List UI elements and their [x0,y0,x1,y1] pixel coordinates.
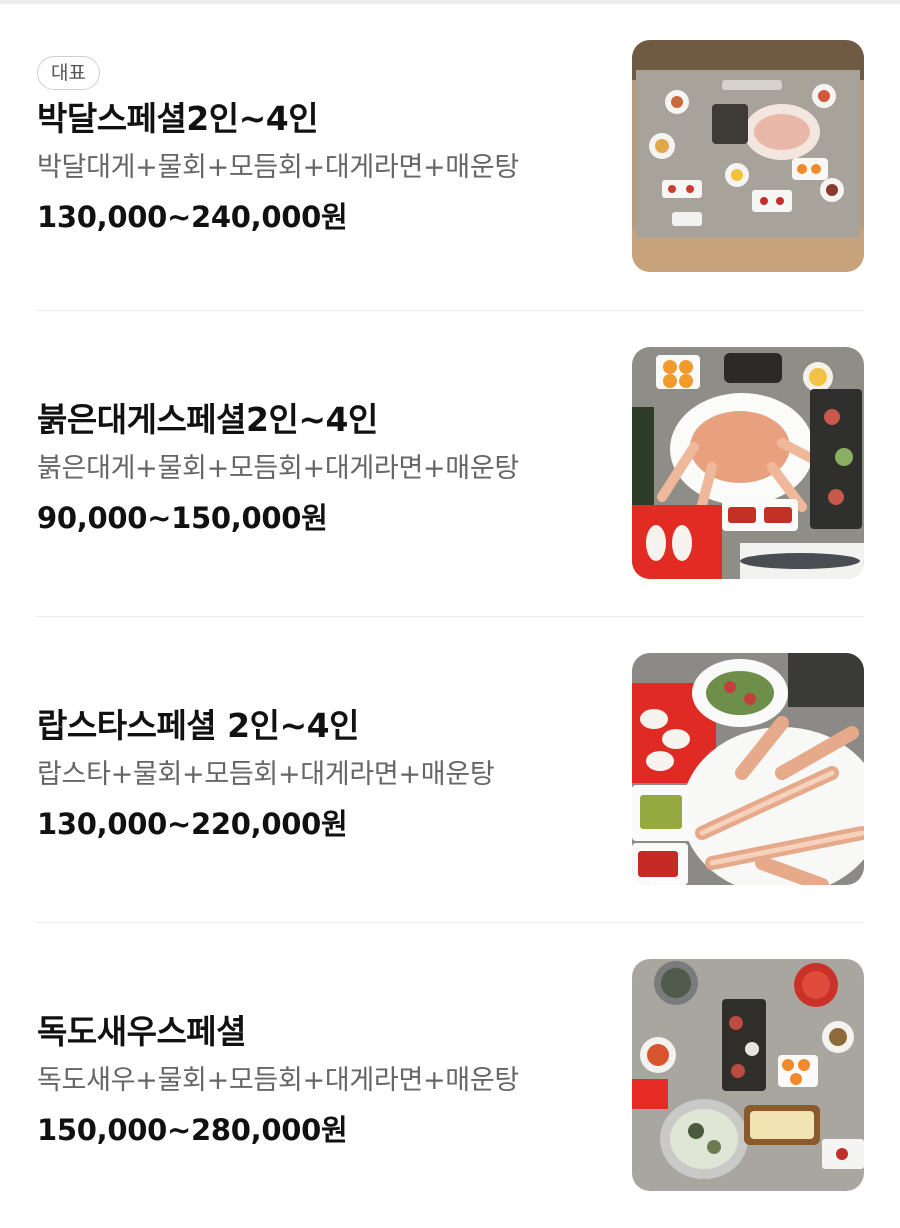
menu-item-text: 독도새우스페셜 독도새우+물회+모듬회+대게라면+매운탕 150,000~280… [37,1012,610,1148]
menu-item-photo[interactable] [632,347,864,579]
menu-item[interactable]: 붉은대게스페셜2인~4인 붉은대게+물회+모듬회+대게라면+매운탕 90,000… [0,310,900,616]
menu-item-price: 90,000~150,000원 [37,501,328,535]
menu-item-description: 독도새우+물회+모듬회+대게라면+매운탕 [37,1065,519,1096]
menu-item-name: 붉은대게스페셜2인~4인 [37,400,378,439]
menu-item-photo[interactable] [632,959,864,1191]
crab-legs-platter-image [632,653,864,885]
menu-item[interactable]: 대표 박달스페셜2인~4인 박달대게+물회+모듬회+대게라면+매운탕 130,0… [0,4,900,310]
menu-item-text: 붉은대게스페셜2인~4인 붉은대게+물회+모듬회+대게라면+매운탕 90,000… [37,400,610,536]
menu-item-description: 박달대게+물회+모듬회+대게라면+매운탕 [37,152,519,183]
menu-item-text: 대표 박달스페셜2인~4인 박달대게+물회+모듬회+대게라면+매운탕 130,0… [37,56,610,235]
dokdo-shrimp-table-spread-image [632,959,864,1191]
menu-item-photo[interactable] [632,40,864,272]
menu-item-photo[interactable] [632,653,864,885]
menu-item-name: 랍스타스페셜 2인~4인 [37,706,359,745]
signature-badge: 대표 [37,56,100,90]
menu-item-description: 붉은대게+물회+모듬회+대게라면+매운탕 [37,453,519,484]
menu-item-name: 독도새우스페셜 [37,1012,247,1051]
seafood-table-spread-image [632,40,864,272]
menu-item[interactable]: 독도새우스페셜 독도새우+물회+모듬회+대게라면+매운탕 150,000~280… [0,922,900,1228]
menu-item-description: 랍스타+물회+모듬회+대게라면+매운탕 [37,759,495,790]
menu-item-price: 130,000~240,000원 [37,200,348,234]
menu-list: 대표 박달스페셜2인~4인 박달대게+물회+모듬회+대게라면+매운탕 130,0… [0,4,900,1228]
menu-item[interactable]: 랍스타스페셜 2인~4인 랍스타+물회+모듬회+대게라면+매운탕 130,000… [0,616,900,922]
red-snow-crab-platter-image [632,347,864,579]
menu-item-name: 박달스페셜2인~4인 [37,99,319,138]
menu-item-text: 랍스타스페셜 2인~4인 랍스타+물회+모듬회+대게라면+매운탕 130,000… [37,706,610,842]
menu-item-price: 150,000~280,000원 [37,1113,348,1147]
menu-item-price: 130,000~220,000원 [37,807,348,841]
